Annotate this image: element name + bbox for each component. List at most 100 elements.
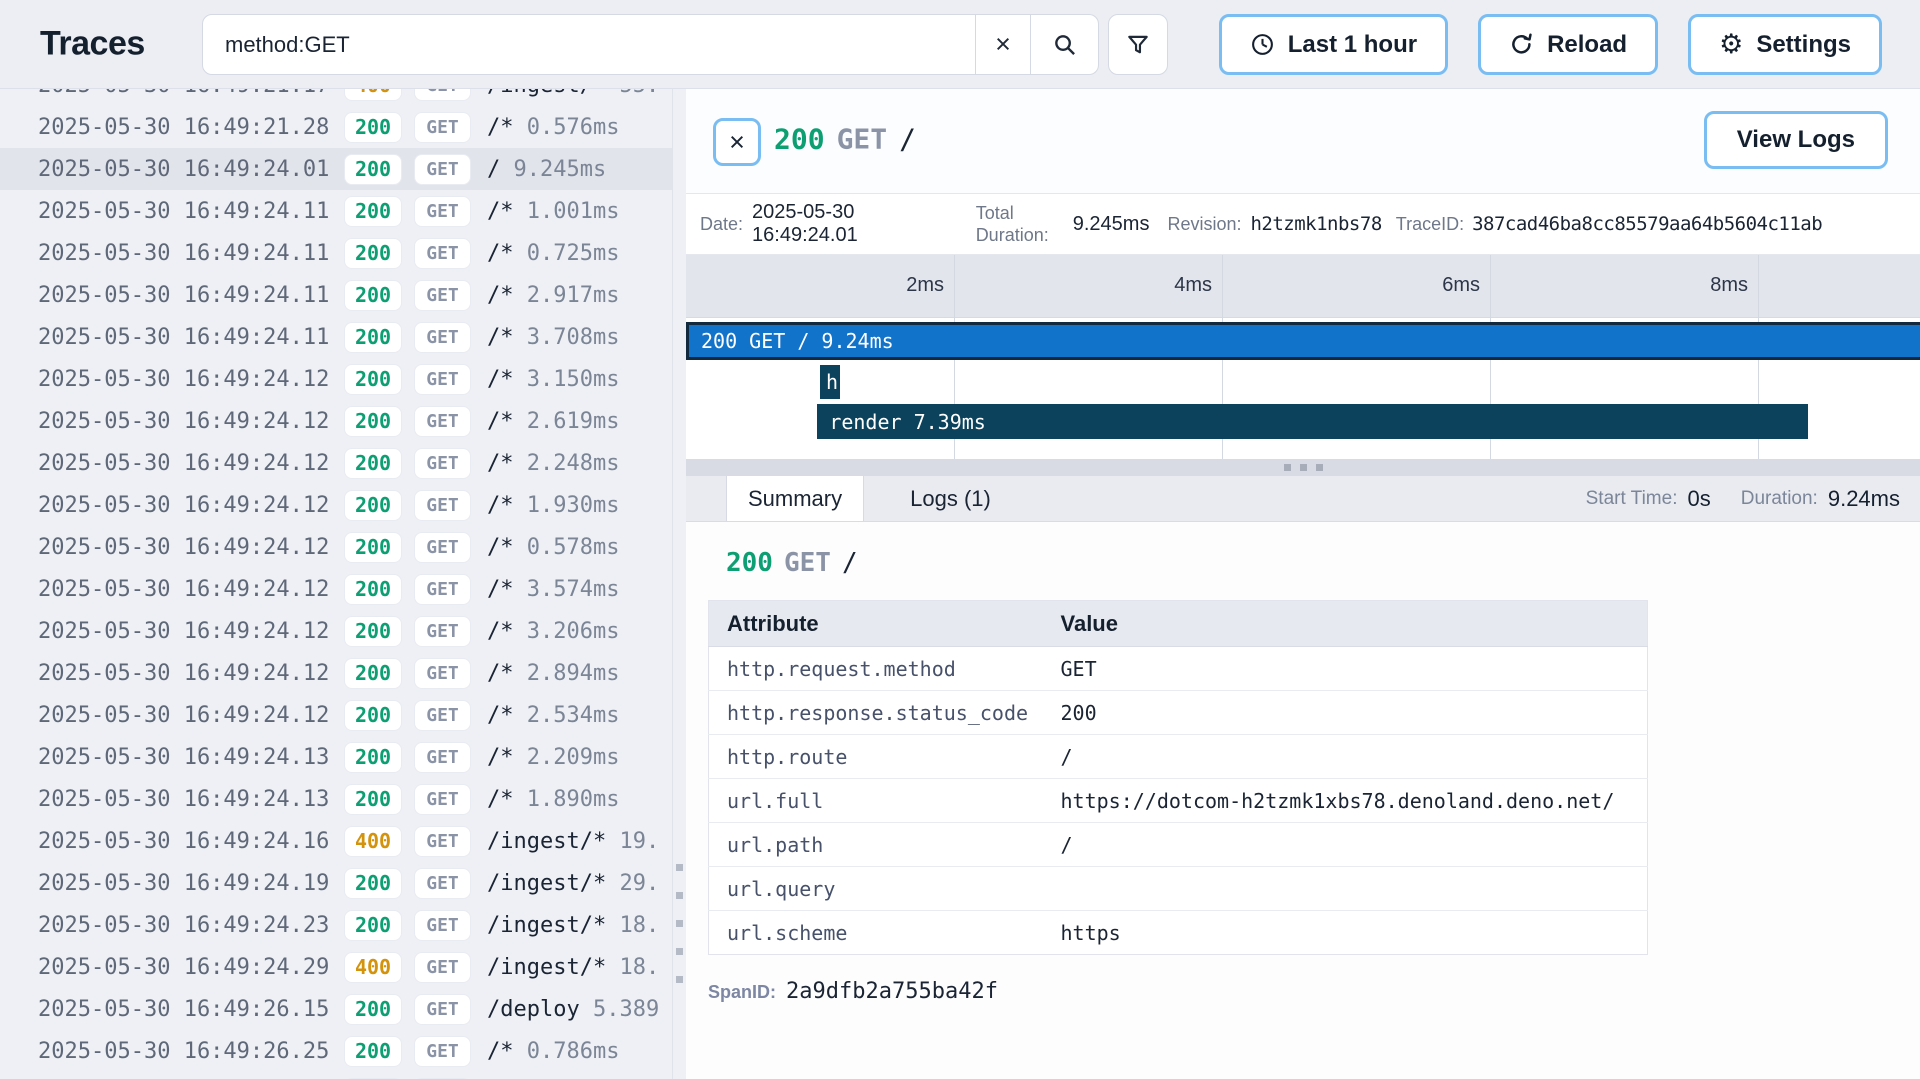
attribute-row: url.full https://dotcom-h2tzmk1xbs78.den… (709, 779, 1648, 823)
view-logs-button[interactable]: View Logs (1704, 111, 1888, 169)
trace-list-row[interactable]: 2025-05-30 16:49:24.11 200 GET /* 0.725m… (0, 232, 672, 274)
attribute-name: url.path (709, 823, 1043, 867)
trace-list-row[interactable]: 2025-05-30 16:49:24.13 200 GET /* 2.209m… (0, 736, 672, 778)
status-badge: 200 (344, 532, 402, 563)
trace-list-row[interactable]: 2025-05-30 16:49:26.32 200 GET /* 0.5 (0, 1072, 672, 1079)
revision-value: h2tzmk1nbs78 (1250, 213, 1381, 235)
trace-list-row[interactable]: 2025-05-30 16:49:24.12 200 GET /* 2.248m… (0, 442, 672, 484)
trace-path: / 9.245ms (487, 157, 606, 182)
trace-path: /ingest/* 55. (487, 89, 659, 98)
trace-list-row[interactable]: 2025-05-30 16:49:26.25 200 GET /* 0.786m… (0, 1030, 672, 1072)
search-input[interactable] (202, 14, 976, 75)
trace-list-row[interactable]: 2025-05-30 16:49:24.12 200 GET /* 2.619m… (0, 400, 672, 442)
timeline-tick-label: 4ms (1128, 274, 1212, 297)
detail-meta-bar: Date: 2025-05-30 16:49:24.01 Total Durat… (686, 193, 1920, 255)
attribute-name: url.query (709, 867, 1043, 911)
span-id-value: 2a9dfb2a755ba42f (786, 979, 998, 1004)
attributes-table: Attribute Value http.request.method GET … (708, 600, 1648, 955)
search-button[interactable] (1031, 14, 1099, 75)
close-detail-button[interactable]: × (713, 118, 761, 166)
scrollbar-thumb-dot (676, 892, 683, 899)
attribute-name: http.response.status_code (709, 691, 1043, 735)
trace-list-row[interactable]: 2025-05-30 16:49:24.29 400 GET /ingest/*… (0, 946, 672, 988)
span-duration-label: Duration: (1741, 488, 1818, 510)
tab-logs[interactable]: Logs (1) (889, 476, 1012, 521)
timeline-span-bar[interactable]: h (820, 365, 840, 399)
trace-list-row[interactable]: 2025-05-30 16:49:24.11 200 GET /* 3.708m… (0, 316, 672, 358)
total-duration-value: 9.245ms (1073, 213, 1150, 236)
trace-timestamp: 2025-05-30 16:49:24.12 (38, 535, 330, 560)
trace-list-row[interactable]: 2025-05-30 16:49:24.01 200 GET / 9.245ms (0, 148, 672, 190)
start-time-label: Start Time: (1586, 488, 1678, 510)
timeline-span-bar[interactable]: 200 GET / 9.24ms (686, 322, 1920, 360)
detail-title: 200 GET / (774, 123, 916, 156)
status-badge: 200 (344, 742, 402, 773)
filter-button[interactable] (1108, 14, 1168, 75)
trace-list-row[interactable]: 2025-05-30 16:49:21.17 400 GET /ingest/*… (0, 89, 672, 106)
trace-list-row[interactable]: 2025-05-30 16:49:24.12 200 GET /* 3.206m… (0, 610, 672, 652)
trace-path: /* 2.248ms (487, 451, 619, 476)
method-badge: GET (414, 89, 471, 101)
trace-list-row[interactable]: 2025-05-30 16:49:24.12 200 GET /* 0.578m… (0, 526, 672, 568)
trace-list-row[interactable]: 2025-05-30 16:49:24.16 400 GET /ingest/*… (0, 820, 672, 862)
trace-list-row[interactable]: 2025-05-30 16:49:24.12 200 GET /* 2.534m… (0, 694, 672, 736)
trace-list-row[interactable]: 2025-05-30 16:49:24.11 200 GET /* 2.917m… (0, 274, 672, 316)
trace-list-row[interactable]: 2025-05-30 16:49:21.28 200 GET /* 0.576m… (0, 106, 672, 148)
status-badge: 400 (344, 952, 402, 983)
trace-timestamp: 2025-05-30 16:49:26.15 (38, 997, 330, 1022)
method-badge: GET (414, 1036, 471, 1067)
tab-summary[interactable]: Summary (726, 476, 864, 521)
trace-timestamp: 2025-05-30 16:49:24.12 (38, 451, 330, 476)
revision-label: Revision: (1167, 214, 1241, 235)
search-group: × (202, 14, 1099, 75)
settings-button[interactable]: ⚙ Settings (1688, 14, 1882, 75)
status-badge: 200 (344, 364, 402, 395)
trace-list-row[interactable]: 2025-05-30 16:49:24.12 200 GET /* 2.894m… (0, 652, 672, 694)
panel-resize-handle[interactable] (686, 459, 1920, 476)
trace-list-row[interactable]: 2025-05-30 16:49:24.12 200 GET /* 3.574m… (0, 568, 672, 610)
trace-path: /ingest/* 19. (487, 829, 659, 854)
attribute-value: https://dotcom-h2tzmk1xbs78.denoland.den… (1043, 779, 1648, 823)
trace-list-row[interactable]: 2025-05-30 16:49:24.23 200 GET /ingest/*… (0, 904, 672, 946)
trace-path: /* 2.209ms (487, 745, 619, 770)
trace-list-panel: 2025-05-30 16:49:21.17 400 GET /ingest/*… (0, 89, 672, 1079)
status-badge: 200 (344, 910, 402, 941)
attribute-name: url.full (709, 779, 1043, 823)
trace-list-row[interactable]: 2025-05-30 16:49:24.11 200 GET /* 1.001m… (0, 190, 672, 232)
trace-list-row[interactable]: 2025-05-30 16:49:24.19 200 GET /ingest/*… (0, 862, 672, 904)
method-badge: GET (414, 658, 471, 689)
timeline-span-bar[interactable]: render 7.39ms (817, 404, 1807, 439)
summary-heading-status: 200 (726, 548, 773, 578)
method-badge: GET (414, 532, 471, 563)
trace-path: /* 2.917ms (487, 283, 619, 308)
status-badge: 200 (344, 574, 402, 605)
summary-tab-content: 200 GET / Attribute Value http.request.m… (686, 522, 1920, 1004)
method-badge: GET (414, 952, 471, 983)
method-badge: GET (414, 196, 471, 227)
trace-path: /* 3.708ms (487, 325, 619, 350)
trace-timestamp: 2025-05-30 16:49:24.11 (38, 199, 330, 224)
trace-path: /* 3.574ms (487, 577, 619, 602)
trace-list-scrollbar[interactable] (672, 89, 686, 1079)
trace-list-row[interactable]: 2025-05-30 16:49:24.12 200 GET /* 3.150m… (0, 358, 672, 400)
status-badge: 200 (344, 700, 402, 731)
trace-path: /* 0.576ms (487, 115, 619, 140)
attribute-value: / (1043, 735, 1648, 779)
trace-list-row[interactable]: 2025-05-30 16:49:24.12 200 GET /* 1.930m… (0, 484, 672, 526)
trace-list-row[interactable]: 2025-05-30 16:49:24.13 200 GET /* 1.890m… (0, 778, 672, 820)
trace-timestamp: 2025-05-30 16:49:21.17 (38, 89, 330, 98)
clear-search-button[interactable]: × (976, 14, 1031, 75)
trace-list-row[interactable]: 2025-05-30 16:49:26.15 200 GET /deploy 5… (0, 988, 672, 1030)
attribute-name: http.route (709, 735, 1043, 779)
span-timeline: 2ms4ms6ms8ms200 GET / 9.24mshrender 7.39… (686, 255, 1920, 459)
time-range-button[interactable]: Last 1 hour (1219, 14, 1448, 75)
reload-button[interactable]: Reload (1478, 14, 1658, 75)
trace-timestamp: 2025-05-30 16:49:24.12 (38, 493, 330, 518)
total-duration-label: Total Duration: (976, 202, 1049, 247)
trace-path: /* 0.725ms (487, 241, 619, 266)
status-badge: 400 (344, 826, 402, 857)
method-badge: GET (414, 448, 471, 479)
gear-icon: ⚙ (1719, 31, 1743, 58)
status-badge: 200 (344, 280, 402, 311)
timeline-tick-label: 6ms (1396, 274, 1480, 297)
